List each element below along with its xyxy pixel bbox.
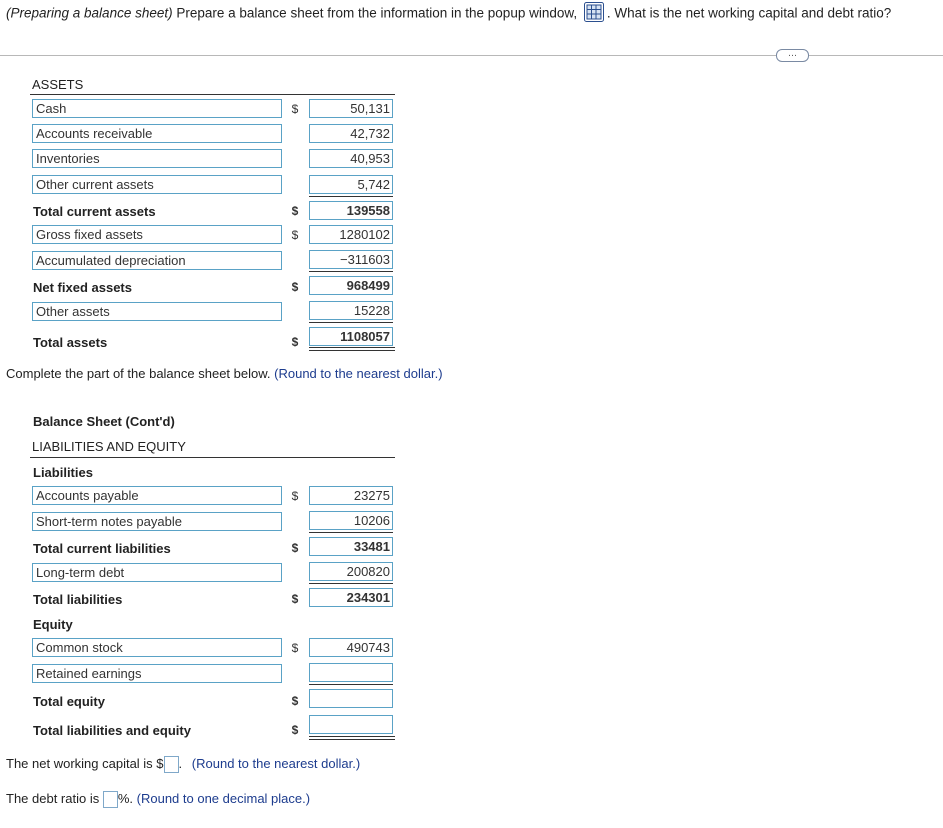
liab-value-common-stock[interactable]: 490743 (309, 638, 393, 657)
subtotal-rule (309, 532, 393, 533)
liab-value-accounts-payable[interactable]: 23275 (309, 486, 393, 505)
equity-label: Equity (33, 617, 73, 632)
instruction-main: Complete the part of the balance sheet b… (6, 366, 271, 381)
balance-sheet-contd-title: Balance Sheet (Cont'd) (33, 414, 175, 429)
subtotal-rule (309, 271, 393, 272)
asset-dollar-total-current-assets: $ (291, 204, 299, 218)
liab-label-total-equity: Total equity (33, 694, 105, 709)
asset-label-inventories: Inventories (32, 149, 282, 168)
liab-dollar-total-equity: $ (291, 694, 299, 708)
asset-dollar-cash: $ (291, 102, 299, 116)
question-body-2: . What is the net working capital and de… (606, 5, 892, 21)
subtotal-rule (309, 684, 393, 685)
liab-dollar-accounts-payable: $ (291, 489, 299, 503)
liab-value-total-liabilities[interactable]: 234301 (309, 588, 393, 607)
liab-label-total-current-liabilities: Total current liabilities (33, 541, 171, 556)
asset-value-net-fixed-assets[interactable]: 968499 (309, 276, 393, 295)
table-popup-icon[interactable] (583, 2, 604, 22)
liab-dollar-common-stock: $ (291, 641, 299, 655)
liab-label-total-liabilities: Total liabilities (33, 592, 123, 607)
liab-input-total-liabilities-equity[interactable] (309, 715, 393, 734)
asset-label-accounts-receivable: Accounts receivable (32, 124, 282, 143)
liab-input-total-equity[interactable] (309, 689, 393, 708)
total-double-rule-2 (309, 739, 395, 740)
instruction-text: Complete the part of the balance sheet b… (6, 366, 443, 381)
liab-label-long-term-debt: Long-term debt (32, 563, 282, 582)
asset-dollar-gross-fixed-assets: $ (291, 228, 299, 242)
debt-ratio-sentence: The debt ratio is %. (Round to one decim… (6, 791, 311, 809)
total-double-rule-2 (309, 350, 395, 351)
liab-label-total-liabilities-equity: Total liabilities and equity (33, 723, 191, 738)
assets-header: ASSETS (32, 77, 84, 92)
asset-label-other-current-assets: Other current assets (32, 175, 282, 194)
liab-label-accounts-payable: Accounts payable (32, 486, 282, 505)
liab-value-total-current-liabilities[interactable]: 33481 (309, 537, 393, 556)
liab-label-common-stock: Common stock (32, 638, 282, 657)
liab-dollar-total-liabilities-equity: $ (291, 723, 299, 737)
question-body: Prepare a balance sheet from the informa… (172, 5, 578, 21)
asset-label-cash: Cash (32, 99, 282, 118)
debt-ratio-input[interactable] (102, 791, 118, 809)
liab-label-retained-earnings: Retained earnings (32, 664, 282, 683)
asset-dollar-net-fixed-assets: $ (291, 280, 299, 294)
asset-value-total-current-assets[interactable]: 139558 (309, 201, 393, 220)
debt-ratio-prefix: The debt ratio is (6, 791, 100, 806)
assets-header-rule (30, 94, 395, 95)
nwc-prefix: The net working capital is $ (6, 756, 164, 771)
asset-value-gross-fixed-assets[interactable]: 1280102 (309, 225, 393, 244)
debt-ratio-suffix: %. (117, 791, 134, 806)
asset-value-accumulated-depreciation[interactable]: −311603 (309, 250, 393, 269)
asset-value-inventories[interactable]: 40,953 (309, 149, 393, 168)
instruction-hint: (Round to the nearest dollar.) (274, 366, 443, 381)
more-button[interactable]: … (776, 49, 809, 62)
nwc-sentence: The net working capital is $. (Round to … (6, 756, 361, 774)
asset-value-total-assets[interactable]: 1108057 (309, 327, 393, 346)
asset-value-cash[interactable]: 50,131 (309, 99, 393, 118)
asset-dollar-total-assets: $ (291, 335, 299, 349)
total-double-rule-1 (309, 347, 395, 348)
liab-dollar-total-current-liabilities: $ (291, 541, 299, 555)
nwc-input[interactable] (163, 756, 179, 774)
debt-ratio-hint: (Round to one decimal place.) (136, 791, 311, 806)
liabilities-label: Liabilities (33, 465, 93, 480)
asset-label-other-assets: Other assets (32, 302, 282, 321)
asset-label-gross-fixed-assets: Gross fixed assets (32, 225, 282, 244)
asset-value-other-assets[interactable]: 15228 (309, 301, 393, 320)
question-prefix: (Preparing a balance sheet) (6, 5, 173, 21)
asset-label-net-fixed-assets: Net fixed assets (33, 280, 132, 295)
asset-value-other-current-assets[interactable]: 5,742 (309, 175, 393, 194)
nwc-suffix: . (178, 756, 183, 771)
subtotal-rule (309, 196, 393, 197)
liab-dollar-total-liabilities: $ (291, 592, 299, 606)
liab-input-retained-earnings[interactable] (309, 663, 393, 682)
liab-value-long-term-debt[interactable]: 200820 (309, 562, 393, 581)
asset-label-total-current-assets: Total current assets (33, 204, 156, 219)
asset-value-accounts-receivable[interactable]: 42,732 (309, 124, 393, 143)
total-double-rule-1 (309, 736, 395, 737)
question-text: (Preparing a balance sheet) Prepare a ba… (6, 2, 892, 24)
asset-label-accumulated-depreciation: Accumulated depreciation (32, 251, 282, 270)
asset-label-total-assets: Total assets (33, 335, 108, 350)
liab-value-short-term-notes[interactable]: 10206 (309, 511, 393, 530)
liab-label-short-term-notes: Short-term notes payable (32, 512, 282, 531)
liabilities-equity-header: LIABILITIES AND EQUITY (32, 439, 186, 454)
nwc-hint: (Round to the nearest dollar.) (191, 756, 361, 771)
liabilities-header-rule (30, 457, 395, 458)
subtotal-rule (309, 583, 393, 584)
subtotal-rule (309, 322, 393, 323)
